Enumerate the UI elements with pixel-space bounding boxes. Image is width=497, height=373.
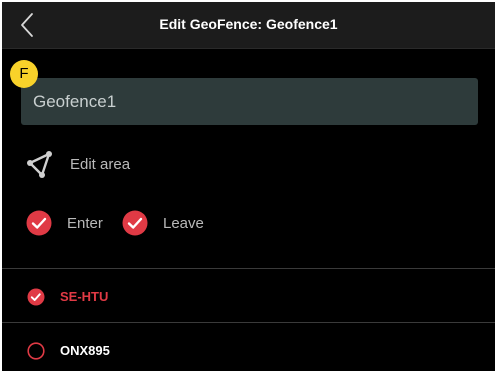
geofence-name-input[interactable] (21, 78, 478, 125)
divider (2, 268, 495, 269)
field-badge: F (10, 60, 38, 88)
empty-circle-icon (27, 342, 45, 360)
edit-area-label: Edit area (70, 155, 131, 173)
back-button[interactable] (16, 10, 40, 40)
polygon-icon (27, 151, 52, 178)
aircraft-item-se-htu[interactable]: SE-HTU (2, 270, 495, 322)
leave-label: Leave (163, 214, 204, 232)
edit-geofence-screen: Edit GeoFence: Geofence1 F Edit area Ent… (2, 2, 495, 371)
aircraft-label: ONX895 (60, 343, 110, 358)
aircraft-label: SE-HTU (60, 289, 109, 304)
enter-label: Enter (67, 214, 103, 232)
divider (2, 322, 495, 323)
edit-area-button[interactable]: Edit area (24, 148, 130, 180)
leave-checkbox[interactable]: Leave (122, 209, 204, 237)
checkmark-circle-icon (122, 210, 148, 236)
enter-checkbox[interactable]: Enter (26, 209, 103, 237)
chevron-left-icon (21, 13, 33, 37)
header-bar: Edit GeoFence: Geofence1 (2, 2, 495, 49)
page-title: Edit GeoFence: Geofence1 (159, 16, 338, 32)
checkmark-circle-icon (26, 210, 52, 236)
aircraft-item-onx895[interactable]: ONX895 (2, 324, 495, 371)
checkmark-circle-icon (27, 288, 45, 306)
